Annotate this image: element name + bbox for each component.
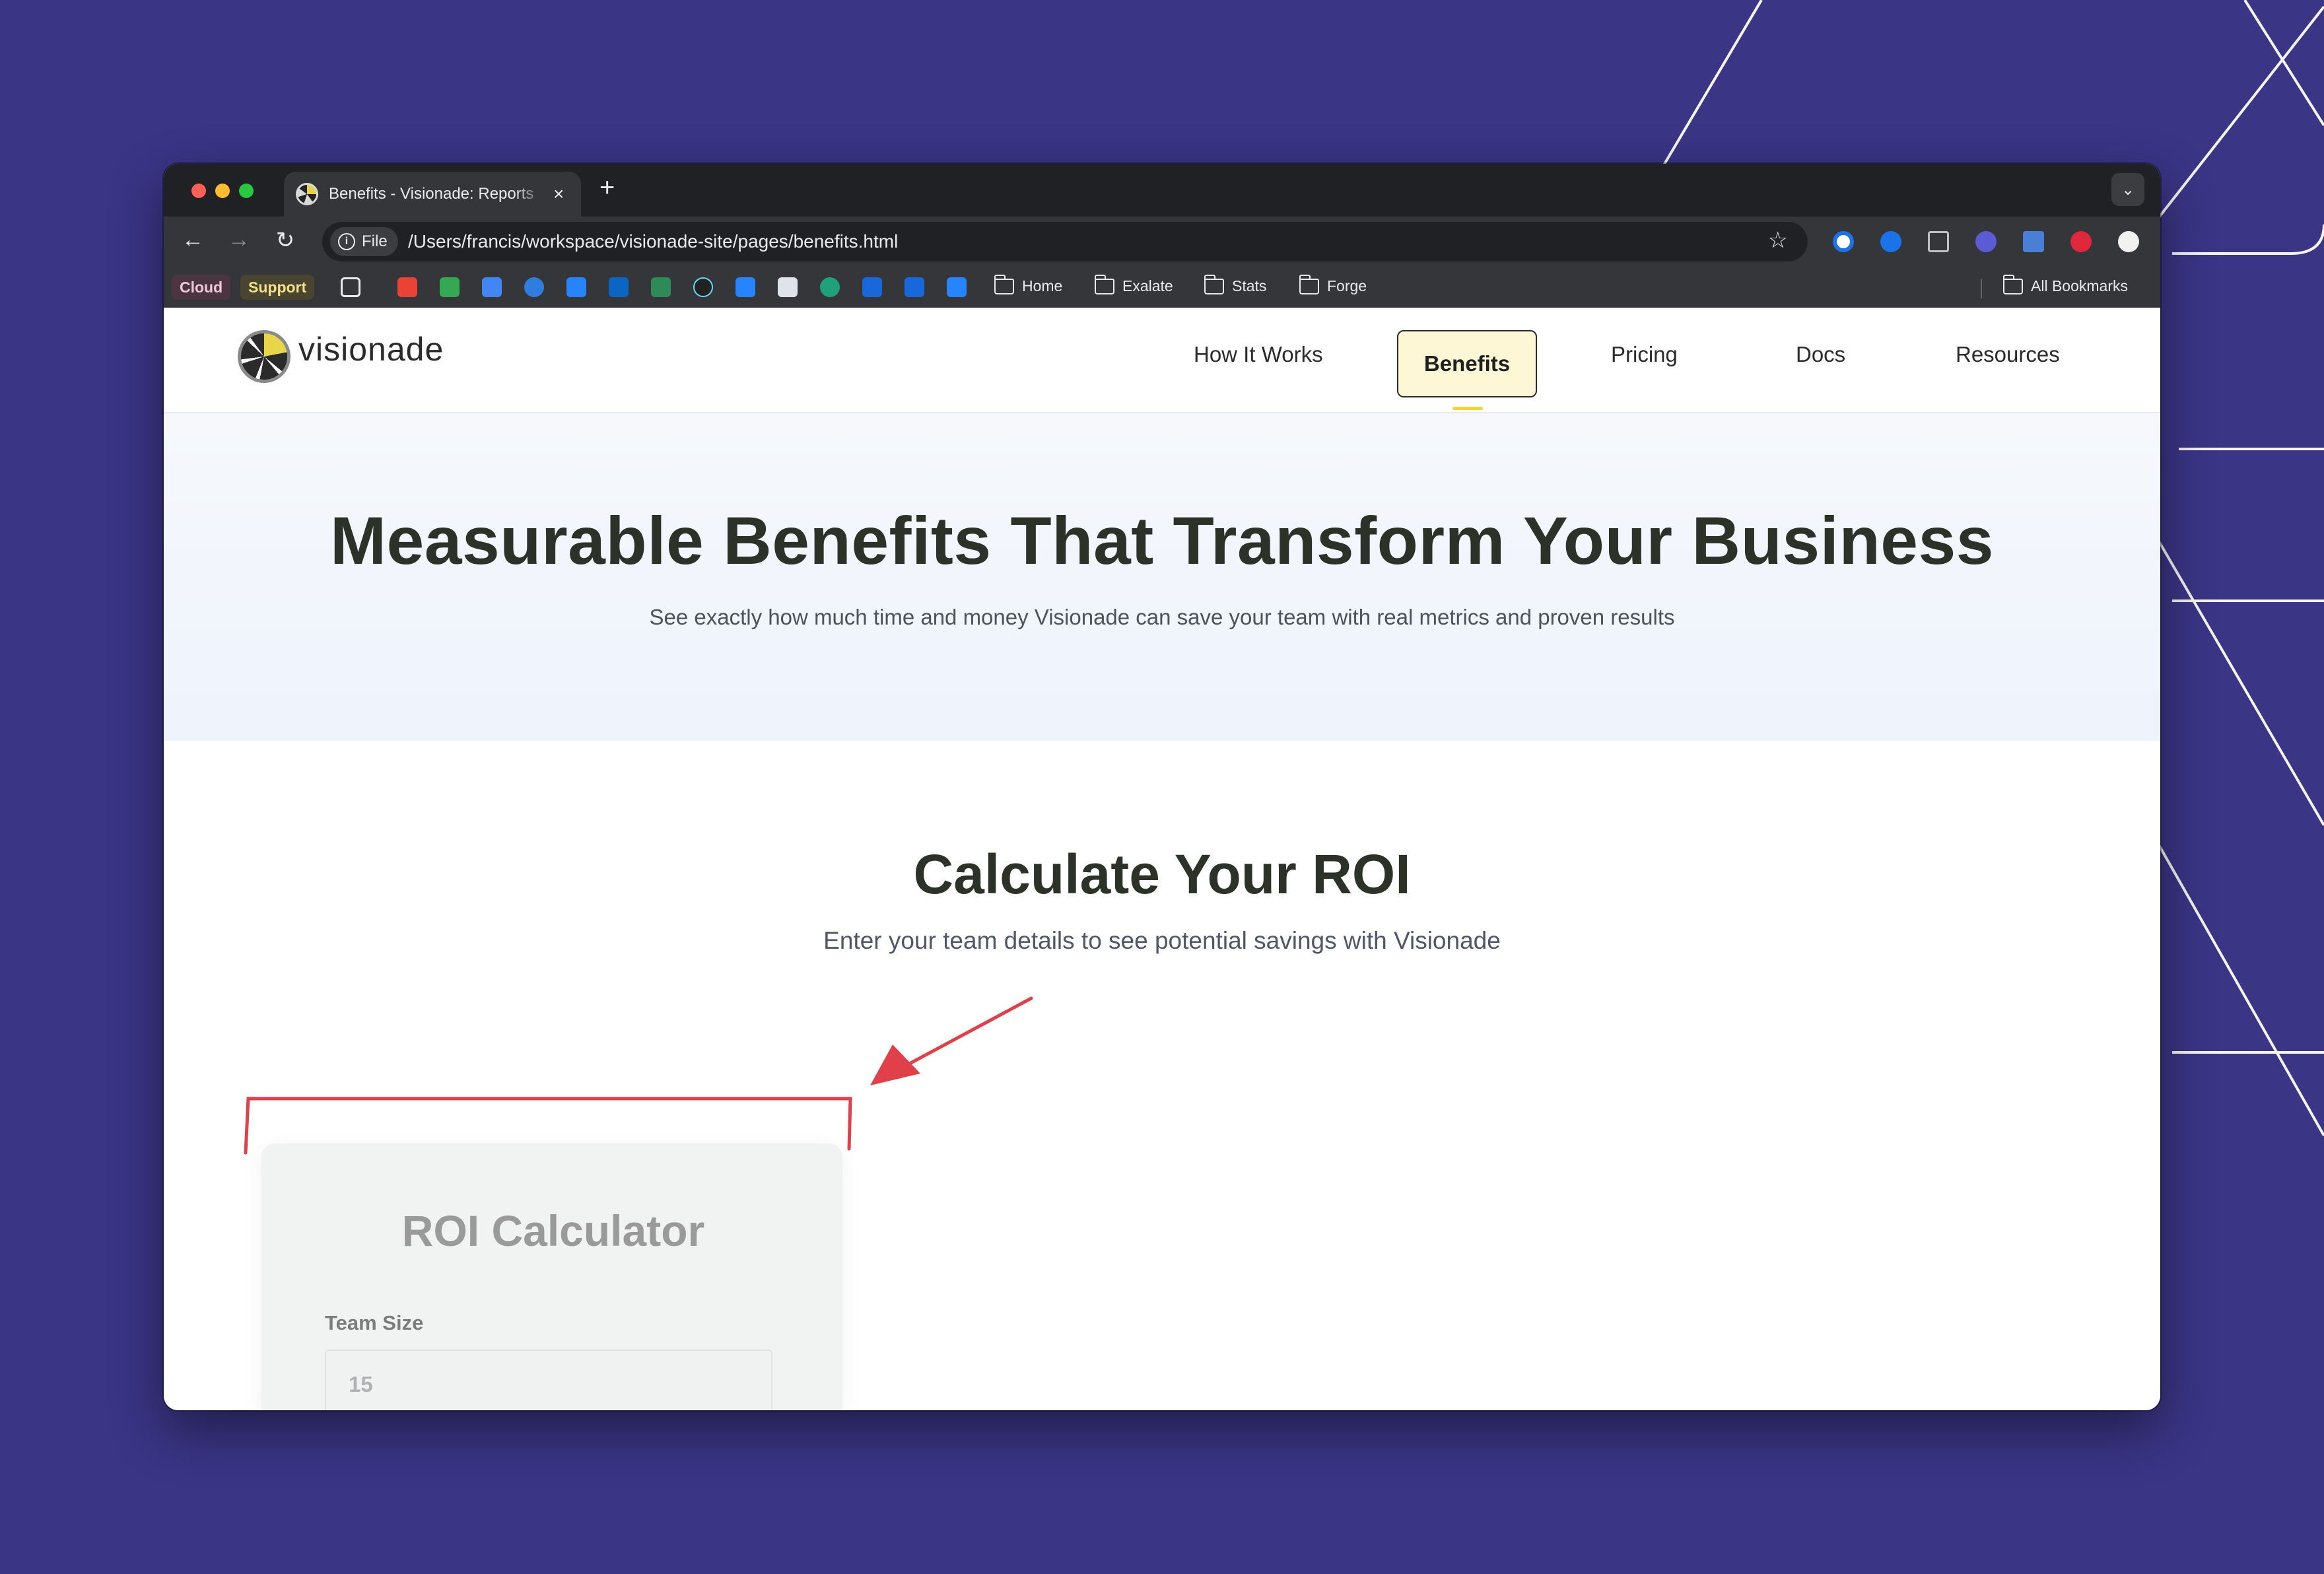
bookmarks-bar: Cloud Support Home Exalate Stats Forge A… [164, 267, 2160, 308]
logo-text[interactable]: visionade [298, 330, 444, 368]
folder-label: Stats [1232, 277, 1267, 294]
password-manager-extension-icon[interactable] [1833, 231, 1854, 252]
gear-extension-icon[interactable] [1975, 231, 1997, 252]
site-info-chip[interactable]: i File [330, 227, 398, 256]
hero-section: Measurable Benefits That Transform Your … [164, 413, 2160, 741]
google-calendar-icon[interactable] [482, 277, 502, 297]
nav-docs[interactable]: Docs [1796, 342, 1845, 367]
adblock-extension-icon[interactable] [2070, 231, 2092, 252]
folder-icon [994, 274, 1014, 294]
minimize-window-button[interactable] [215, 184, 230, 198]
maximize-window-button[interactable] [239, 184, 254, 198]
jira-icon[interactable] [947, 277, 967, 297]
folder-icon [1094, 274, 1114, 294]
folder-label: Exalate [1122, 277, 1173, 294]
atlassian-icon[interactable] [735, 277, 755, 297]
address-bar[interactable]: i File /Users/francis/workspace/visionad… [322, 222, 1808, 261]
linkedin-icon[interactable] [609, 277, 629, 297]
nav-active-indicator [1452, 407, 1483, 410]
browser-window: Benefits - Visionade: Reports × + ⌄ ← → … [164, 164, 2160, 1410]
all-bookmarks-button[interactable]: All Bookmarks [2002, 274, 2128, 295]
close-window-button[interactable] [191, 184, 206, 198]
visionade-logo-icon[interactable] [238, 330, 290, 383]
folder-icon [1204, 274, 1224, 294]
new-tab-button[interactable]: + [599, 173, 615, 203]
gmail-icon[interactable] [397, 277, 417, 297]
bookmark-folder-forge[interactable]: Forge [1299, 274, 1367, 295]
bookmarks-divider [1981, 279, 1982, 298]
hero-title: Measurable Benefits That Transform Your … [330, 503, 1994, 578]
check-app-icon[interactable] [524, 277, 544, 297]
file-label: File [362, 232, 388, 250]
edge-icon[interactable] [820, 277, 840, 297]
all-bookmarks-label: All Bookmarks [2031, 277, 2128, 294]
bookmark-folder-exalate[interactable]: Exalate [1094, 274, 1173, 295]
bookmark-cloud[interactable]: Cloud [172, 275, 231, 300]
pagerduty-icon[interactable] [651, 277, 671, 297]
nav-resources[interactable]: Resources [1956, 342, 2060, 367]
reload-button[interactable]: ↻ [271, 227, 300, 254]
team-size-input[interactable]: 15 [325, 1350, 772, 1410]
back-button[interactable]: ← [178, 227, 207, 253]
tab-benefits[interactable]: Benefits - Visionade: Reports × [284, 172, 581, 217]
team-size-label: Team Size [325, 1311, 424, 1334]
folder-label: Home [1022, 277, 1063, 294]
visionade-favicon-icon [296, 183, 318, 205]
tab-search-button[interactable]: ⌄ [2111, 173, 2144, 206]
nav-how-it-works[interactable]: How It Works [1194, 342, 1323, 367]
hero-subtitle: See exactly how much time and money Visi… [649, 605, 1675, 629]
bookmark-extension-icon[interactable] [1928, 231, 1949, 252]
nav-pricing[interactable]: Pricing [1611, 342, 1678, 367]
circle-extension-icon[interactable] [2118, 231, 2139, 252]
bookmark-star-icon[interactable]: ☆ [1768, 227, 1788, 254]
apps-grid-icon[interactable] [341, 277, 360, 297]
people-app-icon[interactable] [566, 277, 586, 297]
roi-section-subtitle: Enter your team details to see potential… [823, 927, 1501, 954]
react-icon[interactable] [693, 277, 713, 297]
tab-title: Benefits - Visionade: Reports [329, 185, 534, 203]
folder-icon [1299, 274, 1319, 294]
bookmark-folder-home[interactable]: Home [994, 274, 1063, 295]
bookmark-folder-stats[interactable]: Stats [1204, 274, 1267, 295]
folder-label: Forge [1327, 277, 1367, 294]
bookmark-support[interactable]: Support [240, 275, 315, 300]
window-controls [191, 184, 254, 198]
confluence-alt-icon[interactable] [905, 277, 924, 297]
folder-icon [2002, 274, 2023, 294]
web-page: visionade How It Works Benefits Pricing … [164, 308, 2160, 1410]
roi-calculator-title: ROI Calculator [401, 1206, 705, 1255]
tab-strip: Benefits - Visionade: Reports × + ⌄ [164, 164, 2160, 217]
confluence-icon[interactable] [862, 277, 882, 297]
forward-button[interactable]: → [224, 227, 254, 253]
extension-c-icon[interactable] [1880, 231, 1901, 252]
site-header: visionade How It Works Benefits Pricing … [164, 308, 2160, 413]
translate-extension-icon[interactable] [2023, 231, 2044, 252]
google-drive-icon[interactable] [440, 277, 460, 297]
browser-toolbar: ← → ↻ i File /Users/francis/workspace/vi… [164, 217, 2160, 267]
l-app-icon[interactable] [778, 277, 798, 297]
nav-benefits[interactable]: Benefits [1397, 330, 1537, 397]
roi-section-title: Calculate Your ROI [913, 843, 1411, 905]
url-text[interactable]: /Users/francis/workspace/visionade-site/… [408, 231, 898, 252]
info-icon: i [338, 233, 355, 250]
close-tab-icon[interactable]: × [553, 184, 564, 205]
